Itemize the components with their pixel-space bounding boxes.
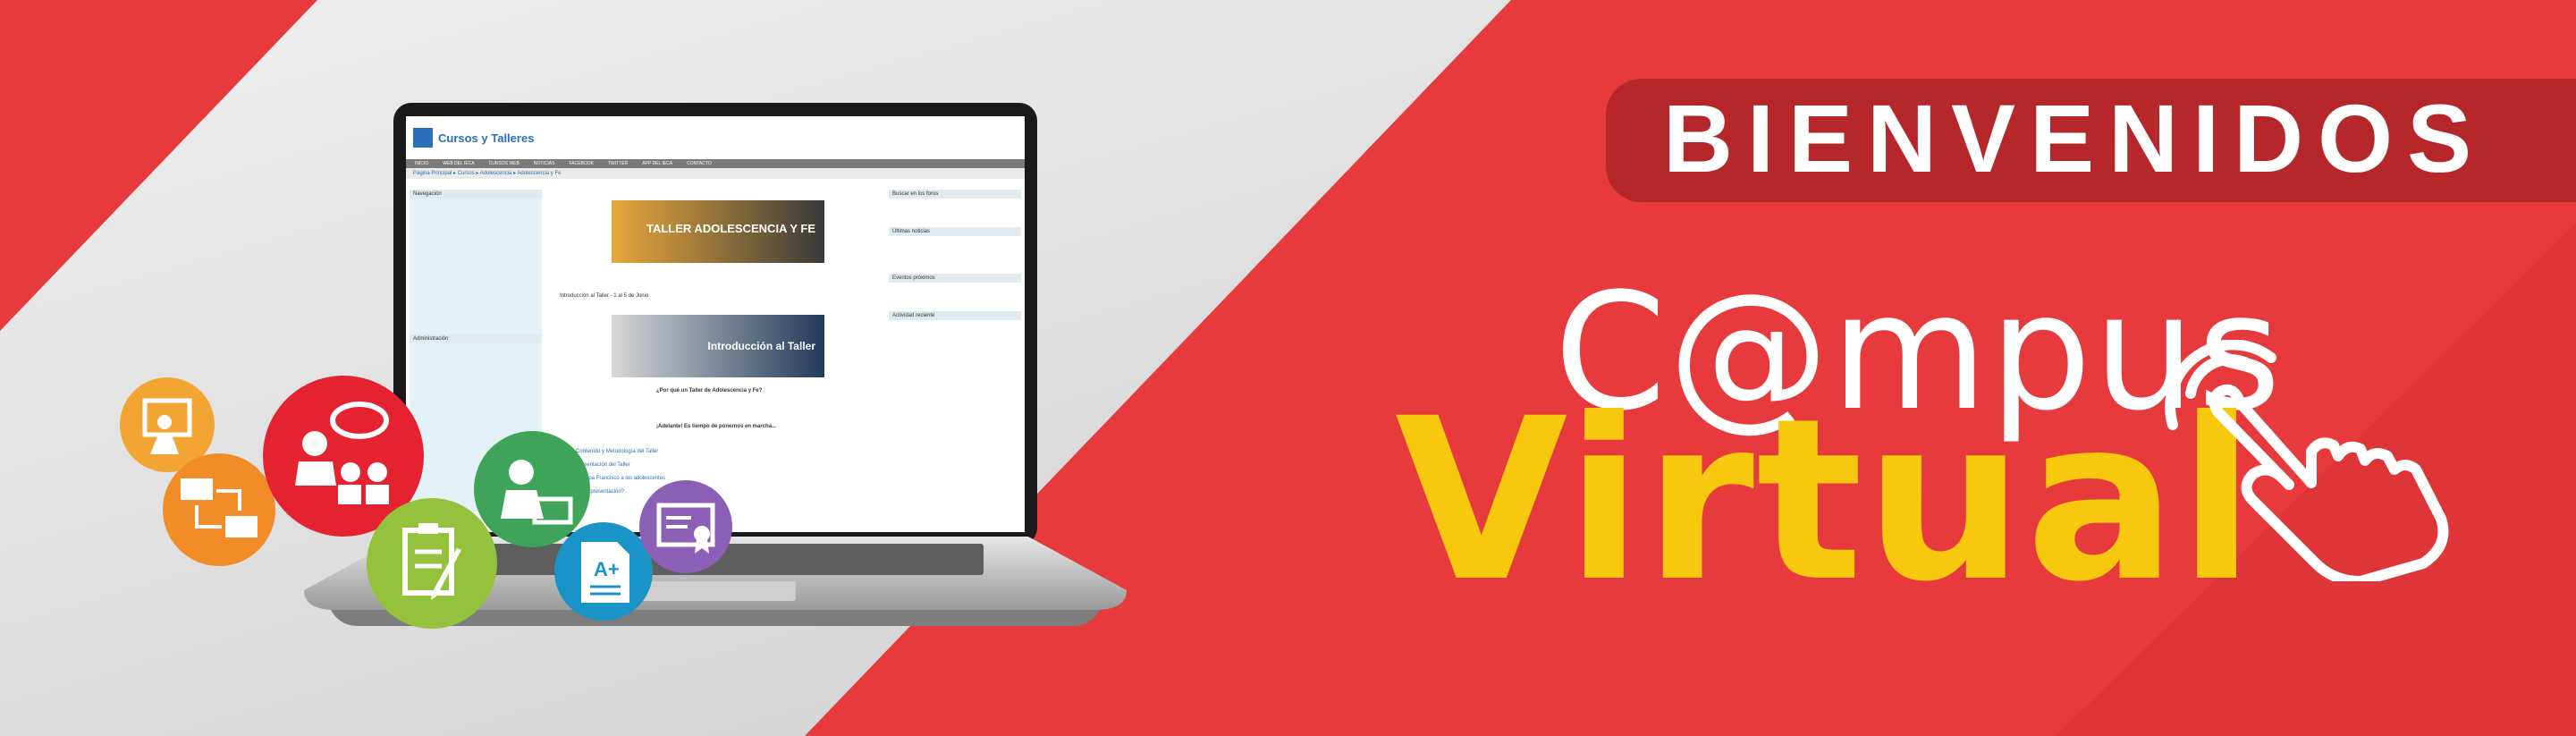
activity-link-1[interactable]: Contenido y Metodología del Taller xyxy=(576,449,658,454)
site-title: Cursos y Talleres xyxy=(438,131,535,145)
course-banner-text: TALLER ADOLESCENCIA Y FE xyxy=(646,222,815,235)
navigation-block-title: Navegación xyxy=(410,190,542,199)
nav-item-noticias[interactable]: NOTICIAS xyxy=(534,161,555,166)
nav-item-contacto[interactable]: CONTACTO xyxy=(687,161,712,166)
virtual-text: Virtual xyxy=(1395,370,2257,630)
course-banner-image: TALLER ADOLESCENCIA Y FE xyxy=(612,200,824,263)
nav-item-app[interactable]: APP DEL IECA xyxy=(642,161,672,166)
nav-item-cursos[interactable]: CURSOS WEB xyxy=(489,161,519,166)
svg-text:A+: A+ xyxy=(594,558,620,580)
moodle-header: Cursos y Talleres xyxy=(406,116,1025,159)
search-block-title: Buscar en los foros xyxy=(889,190,1021,199)
right-column: Buscar en los foros Últimas noticias Eve… xyxy=(889,190,1021,422)
intro-banner-image: Introducción al Taller xyxy=(612,315,824,377)
main-column: TALLER ADOLESCENCIA Y FE Introducción al… xyxy=(549,190,882,529)
clipboard-pencil-icon xyxy=(367,498,497,629)
intro-banner-text: Introducción al Taller xyxy=(707,340,815,352)
question-text: ¿Por qué un Taller de Adolescencia y Fe? xyxy=(656,388,763,393)
news-block-title: Últimas noticias xyxy=(889,227,1021,236)
nav-item-twitter[interactable]: TWITTER xyxy=(608,161,628,166)
certificate-icon xyxy=(639,480,732,573)
section-title: Introducción al Taller - 1 al 5 de Junio xyxy=(560,293,649,299)
network-computers-icon xyxy=(163,453,275,566)
welcome-title: BIENVENIDOS xyxy=(1663,84,2487,192)
nav-item-inicio[interactable]: INICIO xyxy=(415,161,428,166)
moodle-nav: INICIO WEB DEL IECA CURSOS WEB NOTICIAS … xyxy=(406,159,1025,168)
breadcrumb[interactable]: Página Principal ▸ Cursos ▸ Adolescencia… xyxy=(406,168,1025,179)
nav-item-facebook[interactable]: FACEBOOK xyxy=(569,161,594,166)
pointing-hand-icon xyxy=(2165,340,2449,581)
events-block-title: Eventos próximos xyxy=(889,274,1021,283)
closing-text: ¡Adelante! Es tiempo de ponernos en marc… xyxy=(656,424,777,429)
ieca-logo xyxy=(413,128,433,148)
activity-block-title: Actividad reciente xyxy=(889,311,1021,320)
admin-block-title: Administración xyxy=(410,334,542,343)
nav-item-web[interactable]: WEB DEL IECA xyxy=(443,161,474,166)
